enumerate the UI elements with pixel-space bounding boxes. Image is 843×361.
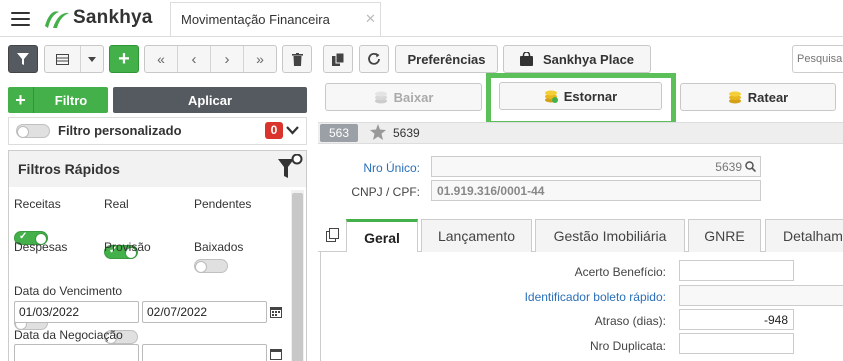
sankhya-logo-icon — [45, 11, 69, 28]
search-icon[interactable] — [745, 161, 756, 172]
real-label: Real — [104, 197, 129, 211]
atraso-label: Atraso (dias): — [594, 314, 666, 328]
atraso-field: -948 — [679, 309, 794, 330]
current-record-label: 5639 — [393, 126, 420, 140]
trash-icon — [291, 52, 303, 66]
next-record-icon[interactable]: › — [211, 46, 244, 72]
filter-settings-icon[interactable] — [277, 154, 304, 182]
nro-unico-field[interactable]: 5639 — [431, 156, 761, 177]
boleto-rapido-label: Identificador boleto rápido: — [524, 290, 666, 304]
star-icon[interactable] — [370, 124, 386, 140]
baixados-label: Baixados — [194, 240, 244, 254]
estornar-highlight — [486, 73, 676, 126]
plus-icon: + — [8, 87, 34, 113]
first-record-icon[interactable]: « — [145, 46, 178, 72]
add-button[interactable]: + — [109, 45, 139, 73]
boleto-rapido-field — [679, 285, 843, 306]
tab-geral[interactable]: Geral — [346, 219, 418, 253]
filters-scrollbar-thumb[interactable] — [292, 193, 303, 361]
cnpj-label: CNPJ / CPF: — [351, 185, 420, 199]
view-selector[interactable] — [44, 45, 104, 73]
pendentes-label: Pendentes — [194, 197, 252, 211]
tab-movimentacao-financeira[interactable]: Movimentação Financeira ✕ — [170, 2, 381, 36]
duplicata-input[interactable] — [679, 333, 794, 354]
funnel-icon — [17, 52, 29, 65]
plus-icon: + — [118, 48, 130, 70]
last-record-icon[interactable]: » — [244, 46, 276, 72]
close-tab-icon[interactable]: ✕ — [365, 11, 376, 27]
tab-title: Movimentação Financeira — [181, 12, 330, 27]
chevron-down-icon[interactable] — [286, 126, 299, 135]
chevron-down-icon[interactable] — [81, 46, 103, 72]
nro-unico-value: 5639 — [715, 160, 742, 174]
coins-icon — [728, 90, 742, 104]
pendentes-toggle[interactable] — [194, 259, 228, 273]
custom-filter-count-badge: 0 — [265, 122, 283, 139]
delete-button[interactable] — [282, 45, 312, 73]
filter-toggle-button[interactable] — [8, 45, 38, 73]
sankhya-place-label: Sankhya Place — [542, 51, 635, 67]
negotiation-date-label: Data da Negociação — [14, 328, 123, 342]
navigation-group: « ‹ › » — [144, 45, 277, 73]
add-filter-button[interactable]: + Filtro — [8, 87, 108, 113]
record-count-badge: 563 — [320, 124, 358, 142]
search-input[interactable] — [792, 45, 843, 73]
despesas-label: Despesas — [14, 240, 68, 254]
custom-filter-label: Filtro personalizado — [58, 123, 182, 138]
due-date-to-input[interactable] — [142, 301, 267, 323]
tab-lancamento[interactable]: Lançamento — [421, 219, 532, 252]
filter-button-label: Filtro — [54, 92, 88, 108]
baixar-label: Baixar — [393, 89, 434, 105]
baixar-button[interactable]: Baixar — [325, 83, 482, 111]
nro-unico-label: Nro Único: — [363, 161, 420, 175]
quick-filters-title: Filtros Rápidos — [18, 161, 120, 177]
refresh-icon — [368, 52, 380, 65]
acerto-beneficio-label: Acerto Benefício: — [574, 265, 666, 279]
acerto-beneficio-input[interactable] — [679, 260, 794, 281]
provisao-label: Provisão — [104, 240, 151, 254]
tab-detalhamento[interactable]: Detalhamento — [765, 219, 843, 252]
grid-view-icon[interactable] — [45, 46, 81, 72]
ratear-button[interactable]: Ratear — [680, 83, 836, 111]
preferences-button[interactable]: Preferências — [395, 45, 498, 73]
copy-icon[interactable] — [326, 228, 340, 242]
duplicata-label: Nro Duplicata: — [589, 339, 666, 353]
copy-icon — [331, 52, 344, 66]
brand-name: Sankhya — [73, 7, 153, 28]
coins-icon — [374, 90, 388, 104]
preferences-label: Preferências — [407, 51, 486, 67]
menu-icon[interactable] — [11, 12, 30, 26]
ratear-label: Ratear — [747, 89, 789, 105]
shopping-bag-icon — [519, 52, 533, 66]
receitas-label: Receitas — [14, 197, 61, 211]
negotiation-date-to-input[interactable] — [142, 344, 267, 361]
previous-record-icon[interactable]: ‹ — [178, 46, 211, 72]
tab-gnre[interactable]: GNRE — [688, 219, 761, 252]
due-date-label: Data do Vencimento — [14, 284, 123, 298]
due-date-from-input[interactable] — [14, 301, 139, 323]
sankhya-place-button[interactable]: Sankhya Place — [503, 45, 651, 73]
custom-filter-toggle[interactable] — [16, 124, 50, 138]
negotiation-date-from-input[interactable] — [14, 344, 139, 361]
cnpj-field: 01.919.316/0001-44 — [431, 180, 761, 201]
duplicate-button[interactable] — [323, 45, 353, 73]
calendar-icon[interactable] — [270, 306, 282, 318]
calendar-icon[interactable] — [270, 348, 282, 360]
apply-button[interactable]: Aplicar — [113, 87, 307, 113]
tab-gestao-imobiliaria[interactable]: Gestão Imobiliária — [535, 219, 685, 252]
refresh-button[interactable] — [359, 45, 389, 73]
